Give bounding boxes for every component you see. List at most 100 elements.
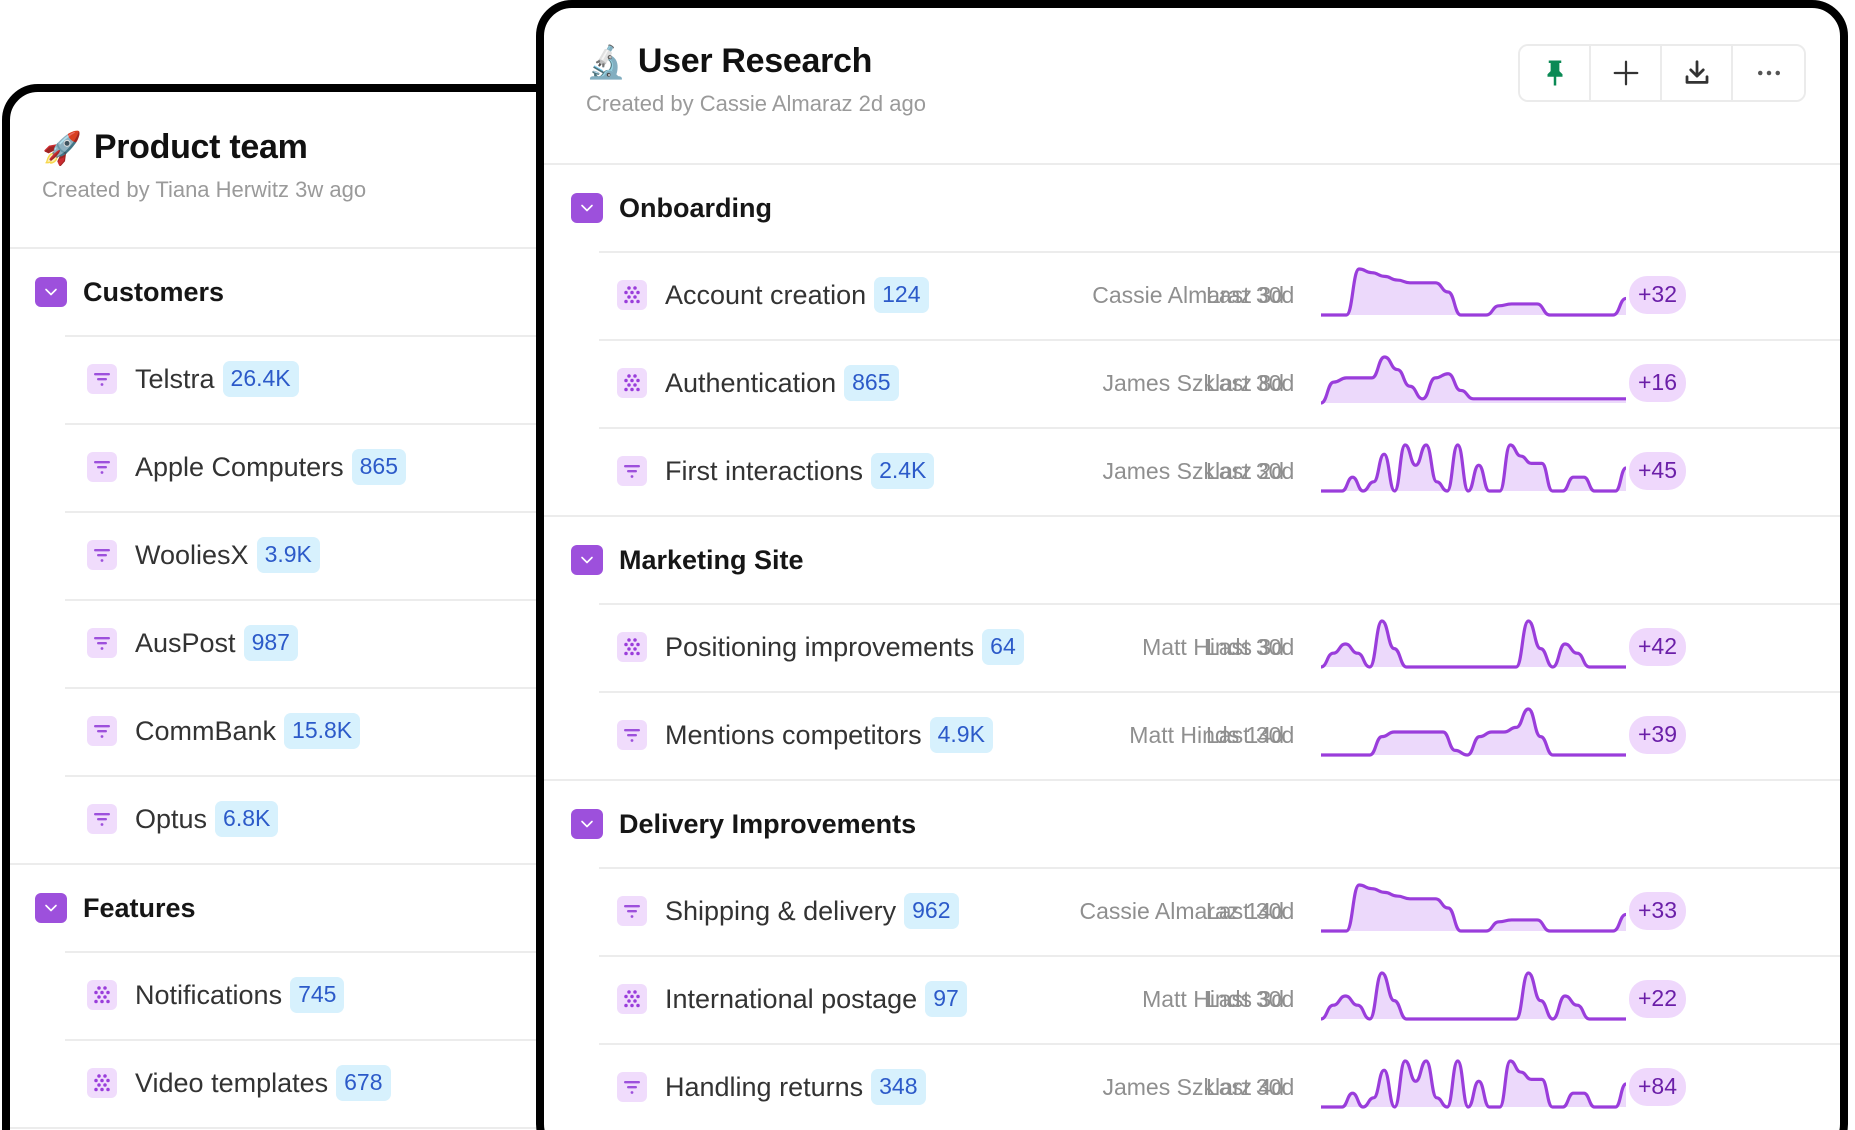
- panel-title[interactable]: Product team: [94, 128, 308, 167]
- collapse-toggle[interactable]: [35, 277, 67, 307]
- list-item[interactable]: Video templates 678: [10, 1039, 614, 1127]
- item-name: WooliesX: [135, 539, 249, 570]
- item-type-icon: [617, 280, 647, 310]
- panel-title[interactable]: User Research: [638, 42, 873, 81]
- dots-icon: [624, 638, 640, 656]
- delta-badge: +22: [1629, 980, 1687, 1018]
- section-list: Customers Telstra 26.4K Apple Computers 865 W…: [10, 249, 614, 1129]
- chevron-down-icon: [581, 204, 593, 212]
- list-item[interactable]: International postage 97 Matt Hinds 3d Last…: [544, 955, 1840, 1043]
- trend-sparkline: [1321, 883, 1626, 933]
- section-title: Marketing Site: [619, 544, 804, 575]
- time-range[interactable]: Last 30d: [1206, 634, 1294, 661]
- list-item[interactable]: Handling returns 348 James Szklarz 4d Last …: [544, 1043, 1840, 1130]
- section-header[interactable]: Delivery Improvements: [544, 781, 1840, 867]
- row-divider: [65, 423, 614, 425]
- delta-badge: +32: [1629, 276, 1687, 314]
- count-badge: 865: [844, 365, 899, 401]
- add-button[interactable]: [1591, 46, 1662, 100]
- time-range[interactable]: Last 30d: [1206, 986, 1294, 1013]
- count-badge: 97: [925, 981, 967, 1017]
- item-type-icon: [617, 720, 647, 750]
- row-divider: [599, 339, 1840, 341]
- item-name: AusPost: [135, 627, 236, 658]
- trend-sparkline: [1321, 707, 1626, 757]
- section-header[interactable]: Customers: [10, 249, 614, 335]
- count-badge: 745: [290, 977, 345, 1013]
- item-name: International postage: [665, 983, 918, 1014]
- sparkline-area: [1321, 357, 1626, 403]
- funnel-icon: [94, 637, 110, 650]
- delta-badge: +16: [1629, 364, 1687, 402]
- row-divider: [599, 1043, 1840, 1045]
- list-item[interactable]: WooliesX 3.9K: [10, 511, 614, 599]
- funnel-icon: [94, 725, 110, 738]
- list-item[interactable]: First interactions 2.4K James Szklarz 2d La…: [544, 427, 1840, 515]
- section-header[interactable]: Onboarding: [544, 165, 1840, 251]
- item-name: First interactions: [665, 455, 864, 486]
- trend-sparkline: [1321, 267, 1626, 317]
- time-range[interactable]: Last 30d: [1206, 898, 1294, 925]
- count-badge: 962: [904, 893, 959, 929]
- download-icon: [1685, 60, 1708, 84]
- chevron-down-icon: [581, 820, 593, 828]
- count-badge: 3.9K: [256, 537, 320, 573]
- item-type-icon: [87, 540, 117, 570]
- time-range[interactable]: Last 30d: [1206, 458, 1294, 485]
- dots-icon: [94, 986, 110, 1004]
- count-badge: 26.4K: [222, 361, 299, 397]
- list-item[interactable]: Apple Computers 865: [10, 423, 614, 511]
- panel-header: 🔬 User Research Created by Cassie Almara…: [544, 8, 1840, 163]
- row-divider: [599, 691, 1840, 693]
- funnel-icon: [94, 461, 110, 474]
- list-item[interactable]: Telstra 26.4K: [10, 335, 614, 423]
- list-item[interactable]: Notifications 745: [10, 951, 614, 1039]
- pin-icon: [1547, 60, 1562, 86]
- section-header[interactable]: Marketing Site: [544, 517, 1840, 603]
- time-range[interactable]: Last 30d: [1206, 282, 1294, 309]
- collapse-toggle[interactable]: [571, 809, 603, 839]
- trend-sparkline: [1321, 443, 1626, 493]
- collapse-toggle[interactable]: [35, 893, 67, 923]
- plus-icon: [1613, 60, 1638, 86]
- chevron-down-icon: [581, 556, 593, 564]
- list-item[interactable]: Shipping & delivery 962 Cassie Almaraz 14d…: [544, 867, 1840, 955]
- dots-icon: [624, 990, 640, 1008]
- time-range[interactable]: Last 30d: [1206, 370, 1294, 397]
- collapse-toggle[interactable]: [571, 193, 603, 223]
- collapse-toggle[interactable]: [571, 545, 603, 575]
- row-divider: [65, 775, 614, 777]
- list-item[interactable]: CommBank 15.8K: [10, 687, 614, 775]
- sparkline-line: [1321, 707, 1626, 757]
- list-item[interactable]: Positioning improvements 64 Matt Hinds 3d L…: [544, 603, 1840, 691]
- dots-icon: [624, 374, 640, 392]
- time-range[interactable]: Last 30d: [1206, 1074, 1294, 1101]
- item-type-icon: [87, 628, 117, 658]
- pin-button[interactable]: [1520, 46, 1591, 100]
- list-item[interactable]: Authentication 865 James Szklarz 8d Last 30…: [544, 339, 1840, 427]
- more-button[interactable]: [1733, 46, 1804, 100]
- trend-sparkline: [1321, 355, 1626, 405]
- count-badge: 348: [871, 1069, 926, 1105]
- section-title: Delivery Improvements: [619, 808, 917, 839]
- download-button[interactable]: [1662, 46, 1733, 100]
- count-badge: 15.8K: [284, 713, 361, 749]
- funnel-icon: [94, 549, 110, 562]
- sparkline-area: [1321, 269, 1626, 315]
- time-range[interactable]: Last 30d: [1206, 722, 1294, 749]
- section-title: Features: [83, 892, 196, 923]
- row-divider: [599, 427, 1840, 429]
- item-name: CommBank: [135, 715, 277, 746]
- count-badge: 6.8K: [215, 801, 279, 837]
- section-header[interactable]: Features: [10, 865, 614, 951]
- list-item[interactable]: Optus 6.8K: [10, 775, 614, 863]
- item-name: Shipping & delivery: [665, 895, 897, 926]
- count-badge: 124: [874, 277, 929, 313]
- item-name: Account creation: [665, 279, 867, 310]
- row-divider: [65, 951, 614, 953]
- list-item[interactable]: AusPost 987: [10, 599, 614, 687]
- list-item[interactable]: Mentions competitors 4.9K Matt Hinds 14d La…: [544, 691, 1840, 779]
- list-item[interactable]: Account creation 124 Cassie Almaraz 3d Last…: [544, 251, 1840, 339]
- user-research-panel: 🔬 User Research Created by Cassie Almara…: [536, 0, 1848, 1130]
- funnel-icon: [624, 465, 640, 478]
